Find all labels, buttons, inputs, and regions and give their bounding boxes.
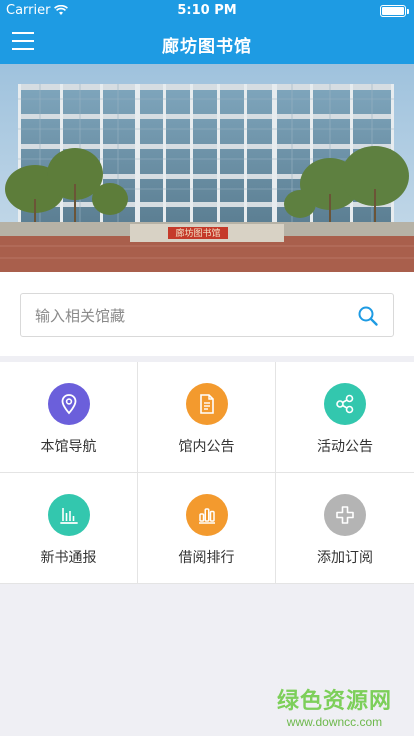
- menu-item-label: 本馆导航: [40, 439, 97, 455]
- menu-item-label: 添加订阅: [317, 550, 373, 566]
- status-time: 5:10 PM: [177, 3, 237, 18]
- menu-item-add-subscription[interactable]: 添加订阅: [276, 473, 414, 583]
- menu-item-label: 借阅排行: [178, 550, 235, 566]
- search-section: [0, 272, 414, 356]
- menu-grid: 本馆导航 馆内公告 活动公告 新书通报 借阅排行 添加订阅: [0, 362, 414, 584]
- search-input[interactable]: [35, 304, 335, 328]
- location-pin-icon: [47, 383, 90, 425]
- watermark: 绿色资源网 www.downcc.com: [277, 683, 392, 729]
- menu-item-label: 活动公告: [317, 439, 373, 455]
- status-bar: Carrier 5:10 PM: [0, 0, 414, 22]
- menu-item-library-notices[interactable]: 馆内公告: [138, 362, 275, 472]
- plus-icon: [324, 494, 366, 536]
- ranking-bars-icon: [185, 494, 228, 536]
- banner-sign-text: 廊坊图书馆: [175, 227, 220, 239]
- menu-item-new-books[interactable]: 新书通报: [0, 473, 137, 583]
- watermark-title: 绿色资源网: [276, 689, 392, 714]
- menu-item-label: 新书通报: [40, 550, 97, 566]
- menu-item-label: 馆内公告: [178, 439, 235, 455]
- top-bar: Carrier 5:10 PM 廊坊图书馆: [0, 0, 414, 64]
- search-icon[interactable]: [357, 305, 379, 327]
- menu-item-library-navigation[interactable]: 本馆导航: [0, 362, 137, 472]
- search-box[interactable]: [20, 293, 394, 337]
- battery-icon: [380, 5, 409, 17]
- share-icon: [324, 383, 366, 425]
- library-building-illustration: 廊坊图书馆: [0, 64, 414, 272]
- bar-chart-icon: [47, 494, 90, 536]
- library-banner-image[interactable]: 廊坊图书馆: [0, 64, 414, 272]
- menu-item-borrow-ranking[interactable]: 借阅排行: [138, 473, 275, 583]
- page-title: 廊坊图书馆: [162, 37, 252, 57]
- menu-item-activity-notices[interactable]: 活动公告: [276, 362, 414, 472]
- watermark-url: www.downcc.com: [286, 715, 383, 729]
- document-icon: [185, 383, 228, 425]
- navbar: 廊坊图书馆: [0, 22, 414, 64]
